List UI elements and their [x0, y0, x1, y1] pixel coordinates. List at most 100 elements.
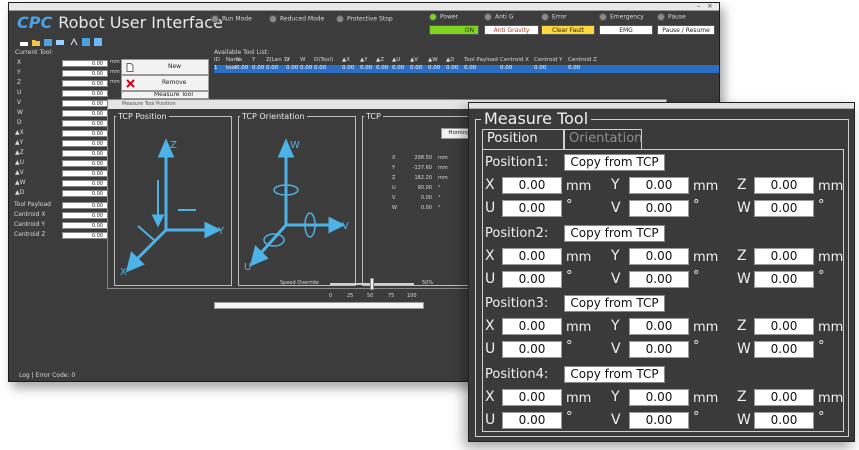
ct-label-v: V: [17, 99, 22, 106]
help-icon[interactable]: [93, 37, 103, 47]
p3-v-input[interactable]: 0.00: [629, 341, 689, 358]
p4-x-unit: mm: [566, 391, 592, 406]
p2-v-input[interactable]: 0.00: [629, 271, 689, 288]
minimize-icon[interactable]: –: [697, 2, 701, 10]
current-tool-label: Current Tool:: [15, 49, 54, 56]
ct-value-dz: 0.00: [62, 150, 108, 157]
position3-label: Position3:: [485, 296, 549, 311]
p2-x-input[interactable]: 0.00: [502, 248, 562, 265]
p4-v-input[interactable]: 0.00: [629, 412, 689, 429]
p2-x-label: X: [485, 248, 495, 264]
p2-y-unit: mm: [693, 250, 719, 265]
copy-from-tcp-button-1[interactable]: Copy from TCP: [564, 154, 665, 171]
tool-icon[interactable]: [55, 37, 65, 47]
ct-value-payload: 0.00: [62, 202, 108, 209]
ct-value-x: 0.00: [62, 60, 108, 67]
protective-stop-led-icon: [336, 15, 344, 23]
p2-v-label: V: [611, 271, 621, 287]
tcp-unit-z: mm: [438, 175, 448, 181]
p3-u-unit: °: [566, 339, 573, 354]
anti-gravity-button[interactable]: Anti Gravity: [484, 25, 539, 35]
p2-z-label: Z: [737, 248, 747, 264]
p4-z-input[interactable]: 0.00: [754, 389, 814, 406]
p1-u-input[interactable]: 0.00: [502, 200, 562, 217]
p2-u-input[interactable]: 0.00: [502, 271, 562, 288]
table-cell: 0.00: [446, 65, 459, 71]
p2-w-input[interactable]: 0.00: [754, 271, 814, 288]
run-mode-label: Run Mode: [222, 15, 252, 23]
ct-label-dv: ▲V: [15, 169, 24, 176]
ct-value-z: 0.00: [62, 80, 108, 87]
table-cell: 0.00: [252, 65, 265, 71]
copy-from-tcp-button-4[interactable]: Copy from TCP: [564, 366, 665, 383]
tab-orientation[interactable]: Orientation: [564, 129, 642, 149]
p3-u-label: U: [485, 341, 496, 357]
clear-fault-button[interactable]: Clear Fault: [541, 25, 595, 35]
table-cell: 0.00: [428, 65, 441, 71]
p1-w-label: W: [737, 200, 751, 216]
tcp-value-u: 90.00: [417, 185, 432, 191]
ct-unit-y: mm: [110, 69, 120, 75]
tab-position[interactable]: Position: [482, 129, 564, 149]
table-cell: 0.00: [300, 65, 313, 71]
settings-icon[interactable]: [81, 37, 91, 47]
ct-unit-z: mm: [110, 79, 120, 85]
p1-w-input[interactable]: 0.00: [754, 200, 814, 217]
robot-arm-icon[interactable]: [43, 37, 53, 47]
p3-z-unit: mm: [818, 320, 844, 335]
p3-w-input[interactable]: 0.00: [754, 341, 814, 358]
pos-y-label: Y: [217, 226, 225, 237]
new-tool-button[interactable]: New: [121, 59, 209, 75]
tcp-unit-w: °: [438, 205, 441, 211]
table-header-cell: ▲W: [428, 57, 438, 63]
available-tool-label: Available Tool List:: [214, 49, 270, 56]
table-cell: 0.00: [464, 65, 477, 71]
ct-label-dw: ▲W: [15, 179, 26, 186]
speed-override-thumb[interactable]: [370, 278, 374, 290]
ct-label-centroid-y: Centroid Y: [14, 221, 46, 228]
ct-value-v: 0.00: [62, 100, 108, 107]
folder-icon[interactable]: [31, 37, 41, 47]
p3-y-input[interactable]: 0.00: [629, 318, 689, 335]
emergency-indicator: Emergency: [599, 13, 644, 21]
p3-w-unit: °: [818, 339, 825, 354]
emergency-label: Emergency: [610, 13, 644, 21]
tcp-value-v: 0.00: [420, 195, 432, 201]
reduced-mode-led-icon: [269, 15, 277, 23]
tcp-title: TCP: [364, 112, 383, 121]
axis-icon[interactable]: [69, 37, 79, 47]
p1-x-input[interactable]: 0.00: [502, 177, 562, 194]
remove-tool-button[interactable]: Remove: [121, 75, 209, 91]
p2-y-input[interactable]: 0.00: [629, 248, 689, 265]
p4-x-input[interactable]: 0.00: [502, 389, 562, 406]
anti-g-led-icon: [484, 13, 492, 21]
p3-x-input[interactable]: 0.00: [502, 318, 562, 335]
tcp-axis-z: Z: [392, 175, 396, 181]
close-icon[interactable]: ×: [707, 2, 713, 10]
anti-g-label: Anti G: [495, 13, 514, 21]
p4-w-input[interactable]: 0.00: [754, 412, 814, 429]
p2-z-input[interactable]: 0.00: [754, 248, 814, 265]
save-icon[interactable]: [19, 37, 29, 47]
table-header-cell: Centroid X: [500, 57, 529, 63]
pause-resume-button[interactable]: Pause / Resume: [657, 25, 715, 35]
p3-u-input[interactable]: 0.00: [502, 341, 562, 358]
measure-tool-button[interactable]: Measure Tool: [121, 91, 209, 99]
copy-from-tcp-button-2[interactable]: Copy from TCP: [564, 225, 665, 242]
tcp-orientation-title: TCP Orientation: [240, 112, 307, 121]
p4-u-input[interactable]: 0.00: [502, 412, 562, 429]
emg-button[interactable]: EMG: [599, 25, 653, 35]
p1-v-input[interactable]: 0.00: [629, 200, 689, 217]
copy-from-tcp-label-4: Copy from TCP: [570, 367, 659, 381]
copy-from-tcp-button-3[interactable]: Copy from TCP: [564, 295, 665, 312]
table-cell: 0.00: [360, 65, 373, 71]
p4-y-input[interactable]: 0.00: [629, 389, 689, 406]
p1-z-input[interactable]: 0.00: [754, 177, 814, 194]
p1-y-input[interactable]: 0.00: [629, 177, 689, 194]
p3-z-input[interactable]: 0.00: [754, 318, 814, 335]
table-cell: 0.00: [410, 65, 423, 71]
table-cell: 0.00: [314, 65, 327, 71]
speed-override-slider[interactable]: [330, 278, 414, 290]
power-on-button[interactable]: ON: [429, 25, 479, 35]
protective-stop-indicator: Protective Stop: [336, 15, 393, 23]
